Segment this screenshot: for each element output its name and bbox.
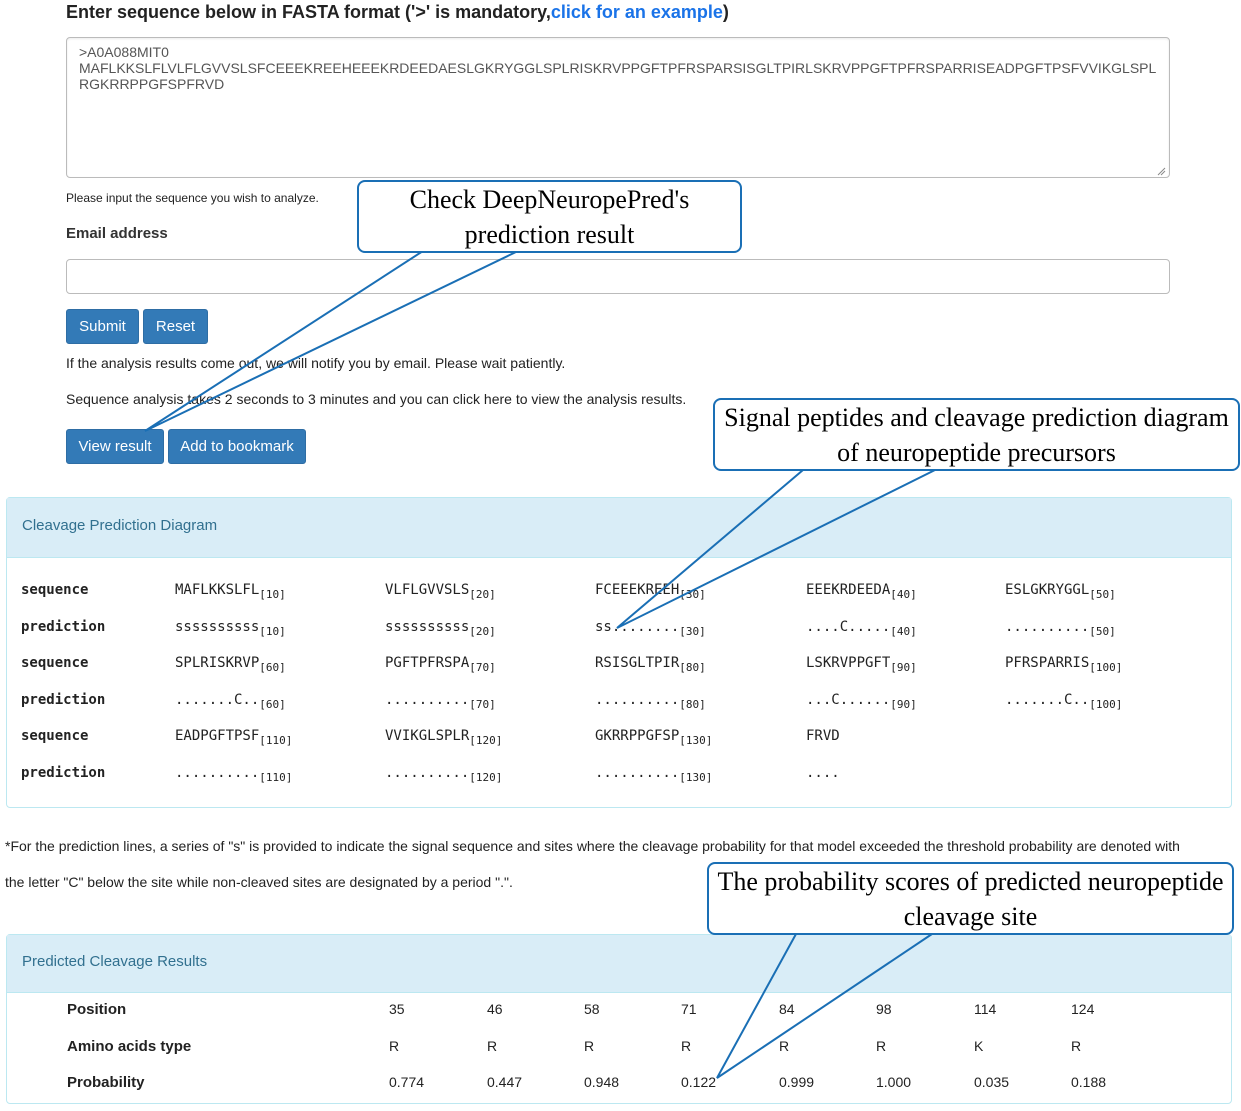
callout-cleavage-diagram: Signal peptides and cleavage prediction … bbox=[713, 398, 1240, 471]
callout-diagram-pointer bbox=[616, 469, 936, 629]
callout-prediction-result: Check DeepNeuropePred's prediction resul… bbox=[357, 180, 742, 253]
callout-result-pointer bbox=[144, 250, 519, 432]
callout-scores-pointer bbox=[716, 933, 933, 1079]
callout-connector-lines bbox=[144, 250, 936, 1079]
callout-probability-scores: The probability scores of predicted neur… bbox=[707, 862, 1234, 935]
